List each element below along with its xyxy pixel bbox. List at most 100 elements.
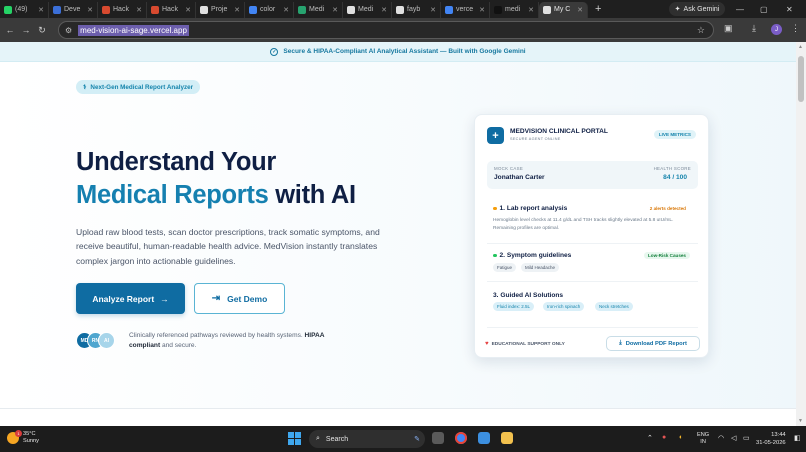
tab-close-icon[interactable]: ✕	[381, 6, 387, 14]
tab-close-icon[interactable]: ✕	[332, 6, 338, 14]
profile-avatar[interactable]: J	[771, 24, 782, 35]
scrollbar-thumb[interactable]	[798, 56, 804, 102]
tab-favicon-icon	[347, 5, 355, 14]
portal-title: MEDVISION CLINICAL PORTAL	[510, 128, 608, 135]
url-text[interactable]: med-vision-ai-sage.vercel.app	[78, 24, 189, 36]
date: 31-05-2026	[756, 439, 786, 446]
health-score-value: 84 / 100	[663, 174, 687, 181]
browser-tab[interactable]: verce ✕	[441, 1, 490, 18]
tab-favicon-icon	[53, 5, 61, 14]
taskbar-search[interactable]: ⌕ Search ✎	[309, 430, 425, 448]
tab-close-icon[interactable]: ✕	[430, 6, 436, 14]
tray-overflow-icon[interactable]: ⌃	[647, 434, 653, 442]
bookmark-star-icon[interactable]: ☆	[697, 25, 705, 36]
forward-icon[interactable]: →	[18, 25, 34, 35]
tab-close-icon[interactable]: ✕	[283, 6, 289, 14]
tab-favicon-icon	[4, 5, 12, 14]
browser-tab[interactable]: color ✕	[245, 1, 294, 18]
tray-app-icon[interactable]: ●	[662, 434, 666, 441]
system-clock[interactable]: 13:44 31-05-2026	[756, 432, 786, 447]
get-demo-label: Get Demo	[227, 293, 268, 304]
browser-tab[interactable]: My C ✕	[539, 1, 588, 18]
tab-label: medi	[505, 6, 521, 13]
tab-favicon-icon	[298, 5, 306, 14]
tab-close-icon[interactable]: ✕	[479, 6, 485, 14]
clinical-portal-card: + MEDVISION CLINICAL PORTAL SECURE AGENT…	[474, 114, 709, 358]
reviewer-avatar: AI	[98, 332, 115, 349]
site-info-icon[interactable]: ⚙	[65, 26, 72, 35]
volume-icon[interactable]: ◁	[731, 434, 736, 442]
page-scrollbar[interactable]: ▲ ▼	[796, 42, 806, 426]
browser-tab[interactable]: fayb ✕	[392, 1, 441, 18]
wifi-icon[interactable]: ◠	[718, 434, 724, 442]
tab-close-icon[interactable]: ✕	[234, 6, 240, 14]
browser-tab[interactable]: Medi ✕	[294, 1, 343, 18]
portal-status: SECURE AGENT ONLINE	[510, 137, 561, 141]
tab-close-icon[interactable]: ✕	[38, 6, 44, 14]
case-label: MOCK CASE	[494, 166, 524, 171]
weather-widget[interactable]: 1 35°C Sunny	[7, 430, 39, 445]
start-button[interactable]	[288, 432, 301, 445]
tab-list: (49) ✕ Deve ✕ Hack ✕ Hack ✕ Proje ✕ color ✕ Medi ✕ Med…	[0, 1, 588, 18]
tab-label: color	[260, 6, 276, 13]
tab-close-icon[interactable]: ✕	[577, 6, 583, 14]
minimize-button[interactable]: —	[736, 0, 744, 18]
reload-icon[interactable]: ↻	[34, 25, 50, 36]
tab-close-icon[interactable]: ✕	[185, 6, 191, 14]
back-icon[interactable]: ←	[2, 25, 18, 35]
tab-close-icon[interactable]: ✕	[87, 6, 93, 14]
product-badge: ⚕ Next-Gen Medical Report Analyzer	[76, 80, 201, 94]
solution-tag: Iron-rich spinach	[543, 302, 585, 311]
chrome-icon[interactable]	[455, 432, 467, 444]
get-demo-button[interactable]: ⇥ Get Demo	[194, 283, 285, 314]
browser-toolbar: ← → ↻ ⚙ med-vision-ai-sage.vercel.app ☆ …	[0, 18, 806, 42]
tab-favicon-icon	[396, 5, 404, 14]
downloads-icon[interactable]: ⤓	[752, 23, 756, 34]
browser-tab[interactable]: Hack ✕	[98, 1, 147, 18]
hero-description: Upload raw blood tests, scan doctor pres…	[76, 227, 380, 266]
divider	[487, 327, 698, 328]
lab-analysis-title: 1. Lab report analysis	[493, 205, 567, 212]
symptom-guidelines-label: 2. Symptom guidelines	[499, 252, 572, 259]
file-explorer-icon[interactable]	[501, 432, 513, 444]
tab-label: Hack	[113, 6, 129, 13]
ask-gemini-button[interactable]: ✦ Ask Gemini	[669, 2, 725, 16]
warning-dot-icon	[493, 206, 497, 210]
banner-text: Secure & HIPAA-Compliant AI Analytical A…	[283, 48, 526, 55]
tab-favicon-icon	[494, 5, 502, 14]
tab-close-icon[interactable]: ✕	[136, 6, 142, 14]
menu-icon[interactable]: ⋮	[791, 23, 800, 34]
analyze-report-label: Analyze Report	[92, 293, 155, 304]
browser-tab[interactable]: Hack ✕	[147, 1, 196, 18]
search-label: Search	[325, 435, 349, 443]
tab-close-icon[interactable]: ✕	[528, 6, 534, 14]
app-icon[interactable]	[478, 432, 490, 444]
task-view-icon[interactable]	[432, 432, 444, 444]
download-icon: ⤓	[619, 340, 622, 346]
browser-tab[interactable]: medi ✕	[490, 1, 539, 18]
symptom-tag: Mild Headache	[521, 263, 560, 272]
browser-tab[interactable]: Medi ✕	[343, 1, 392, 18]
scroll-up-icon[interactable]: ▲	[798, 44, 803, 50]
browser-tab[interactable]: Deve ✕	[49, 1, 98, 18]
close-window-button[interactable]: ✕	[786, 0, 793, 18]
solution-tag: Neck stretches	[595, 302, 633, 311]
search-icon: ⌕	[316, 435, 320, 442]
language-indicator[interactable]: ENG IN	[697, 432, 709, 446]
tray-app-icon-2[interactable]: ◐	[679, 434, 683, 441]
maximize-button[interactable]: ▢	[760, 0, 768, 18]
browser-tab[interactable]: (49) ✕	[0, 1, 49, 18]
battery-icon[interactable]: ▭	[743, 434, 750, 442]
patient-case-panel: MOCK CASE Jonathan Carter HEALTH SCORE 8…	[487, 161, 698, 189]
new-tab-button[interactable]: +	[588, 3, 608, 15]
security-banner: ✓ Secure & HIPAA-Compliant AI Analytical…	[0, 42, 796, 62]
headline-rest: with AI	[268, 181, 356, 209]
lab-analysis-label: 1. Lab report analysis	[499, 205, 568, 212]
tab-search-icon[interactable]: ▣	[724, 23, 733, 34]
browser-tab[interactable]: Proje ✕	[196, 1, 245, 18]
download-pdf-button[interactable]: ⤓ Download PDF Report	[606, 336, 700, 351]
address-bar[interactable]: ⚙ med-vision-ai-sage.vercel.app ☆	[58, 21, 714, 39]
notifications-icon[interactable]: ◧	[794, 434, 801, 442]
scroll-down-icon[interactable]: ▼	[798, 418, 803, 424]
analyze-report-button[interactable]: Analyze Report →	[76, 283, 185, 314]
